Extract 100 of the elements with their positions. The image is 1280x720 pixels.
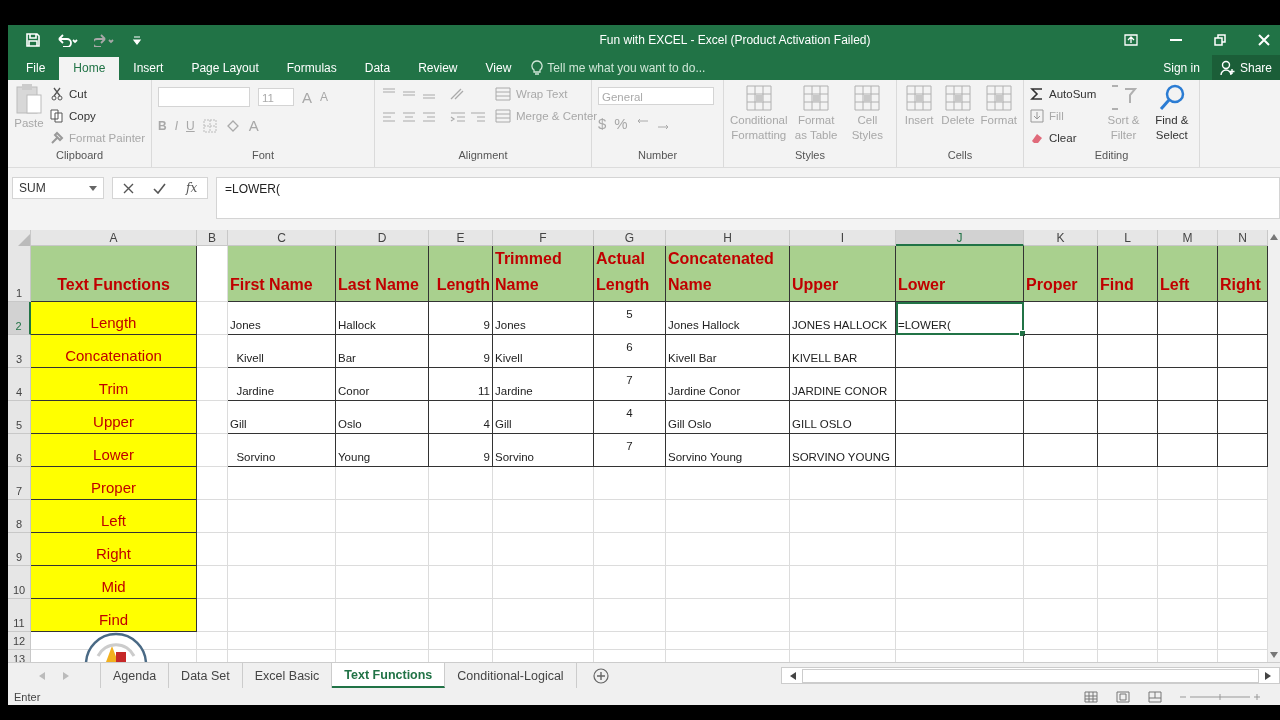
row-header[interactable]: 11 <box>8 599 31 632</box>
restore-icon[interactable] <box>1214 34 1226 46</box>
share-button[interactable]: Share <box>1211 55 1280 80</box>
ribbon-button[interactable]: Copy <box>50 107 146 125</box>
scissors-icon <box>50 87 64 101</box>
table-cell: Jardine <box>493 368 594 401</box>
grid-icon <box>495 109 511 123</box>
table-cell: Kivell <box>228 335 336 368</box>
ribbon-group-label: Styles <box>794 149 826 163</box>
scroll-right-icon[interactable] <box>1265 671 1271 680</box>
table-cell[interactable]: =LOWER( <box>896 302 1024 335</box>
column-header[interactable]: C <box>228 230 336 246</box>
ribbon-button[interactable]: Clear <box>1030 129 1097 147</box>
previous-sheet-icon[interactable] <box>39 671 45 680</box>
ribbon-display-icon[interactable] <box>1124 34 1138 46</box>
table-cell: Young <box>336 434 429 467</box>
insert-function-button[interactable]: fx <box>186 181 198 195</box>
column-heading: Upper <box>790 246 896 302</box>
row-header[interactable]: 10 <box>8 566 31 599</box>
ribbon-tab[interactable]: Data <box>350 57 405 80</box>
font-name-field[interactable] <box>158 87 250 107</box>
undo-icon[interactable] <box>56 33 78 47</box>
next-sheet-icon[interactable] <box>63 671 69 680</box>
ribbon-button[interactable]: Find & Select <box>1150 83 1193 143</box>
column-header[interactable]: H <box>666 230 790 246</box>
formula-field[interactable]: =LOWER( <box>216 177 1280 219</box>
table-icon <box>801 83 832 113</box>
empty-cell <box>1098 599 1158 632</box>
customize-icon[interactable] <box>132 35 142 45</box>
column-header[interactable]: B <box>197 230 228 246</box>
column-header[interactable]: L <box>1098 230 1158 246</box>
table-cell: Jones <box>493 302 594 335</box>
ribbon-tab[interactable]: Formulas <box>272 57 351 80</box>
copy-icon <box>50 109 64 123</box>
close-icon[interactable] <box>1258 34 1270 46</box>
column-header[interactable]: G <box>594 230 666 246</box>
horizontal-scrollbar[interactable] <box>780 667 1280 684</box>
column-header[interactable]: J <box>896 230 1024 246</box>
row-header[interactable]: 2 <box>8 302 31 335</box>
row-header[interactable]: 8 <box>8 500 31 533</box>
row-header[interactable]: 6 <box>8 434 31 467</box>
ribbon-tab[interactable]: Home <box>59 57 120 80</box>
column-heading: Last Name <box>336 246 429 302</box>
empty-cell <box>197 368 228 401</box>
tell-me-field[interactable]: Tell me what you want to do... <box>547 57 1164 80</box>
row-header[interactable]: 5 <box>8 401 31 434</box>
column-header[interactable]: M <box>1158 230 1218 246</box>
page-layout-icon[interactable] <box>1116 690 1130 703</box>
caret-icon <box>89 185 97 191</box>
save-icon[interactable] <box>26 33 40 47</box>
empty-cell <box>1158 335 1218 368</box>
empty-cell <box>1158 599 1218 632</box>
empty-cell <box>197 302 228 335</box>
ribbon-tab[interactable]: Review <box>404 57 472 80</box>
empty-cell <box>1098 467 1158 500</box>
empty-cell <box>1098 533 1158 566</box>
table-cell: JONES HALLOCK <box>790 302 896 335</box>
column-header[interactable]: N <box>1218 230 1268 246</box>
page-break-icon[interactable] <box>1148 690 1162 703</box>
empty-cell <box>1158 467 1218 500</box>
clipboard-icon <box>14 83 44 117</box>
table-cell: Jones <box>228 302 336 335</box>
column-header[interactable]: I <box>790 230 896 246</box>
zoom-slider-icon[interactable] <box>1180 691 1260 702</box>
column-header[interactable]: K <box>1024 230 1098 246</box>
table-cell: Length <box>31 302 197 335</box>
column-header[interactable]: E <box>429 230 493 246</box>
row-header[interactable]: 4 <box>8 368 31 401</box>
ribbon-tab[interactable]: Page Layout <box>177 57 273 80</box>
empty-cell <box>197 632 228 650</box>
row-header[interactable]: 9 <box>8 533 31 566</box>
ribbon-button[interactable]: Cut <box>50 85 146 103</box>
row-header[interactable]: 7 <box>8 467 31 500</box>
table-icon <box>743 83 774 113</box>
row-header[interactable]: 12 <box>8 632 31 650</box>
sign-in-link[interactable]: Sign in <box>1163 57 1212 80</box>
row-header[interactable]: 3 <box>8 335 31 368</box>
person-icon <box>1219 59 1236 76</box>
scroll-down-icon[interactable] <box>1270 652 1278 658</box>
column-header[interactable]: D <box>336 230 429 246</box>
ribbon-tab[interactable]: Insert <box>119 57 178 80</box>
scrollbar-thumb[interactable] <box>801 668 1259 683</box>
add-sheet-icon[interactable] <box>592 667 609 684</box>
ribbon-tab[interactable]: View <box>471 57 526 80</box>
empty-cell <box>1158 434 1218 467</box>
normal-view-icon[interactable] <box>1084 690 1098 703</box>
column-header[interactable]: F <box>493 230 594 246</box>
column-header[interactable]: A <box>31 230 197 246</box>
scroll-left-icon[interactable] <box>789 671 796 680</box>
sheet-tab[interactable]: Text Functions <box>332 663 446 688</box>
scroll-up-icon[interactable] <box>1270 234 1278 240</box>
empty-cell <box>197 467 228 500</box>
check-icon[interactable] <box>153 182 167 194</box>
row-header[interactable]: 1 <box>8 246 31 302</box>
empty-cell <box>429 500 493 533</box>
cancel-icon[interactable] <box>122 182 134 194</box>
ribbon-button[interactable]: AutoSum <box>1030 85 1097 103</box>
name-box[interactable]: SUM <box>12 177 104 199</box>
ribbon-tab[interactable]: File <box>8 57 60 80</box>
table-cell: Find <box>31 599 197 632</box>
